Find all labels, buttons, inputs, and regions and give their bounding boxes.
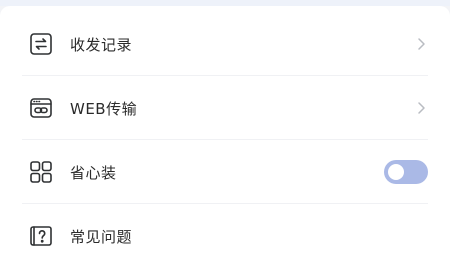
transfer-arrows-icon [28, 31, 54, 57]
menu-item-faq[interactable]: 常见问题 [0, 204, 450, 268]
menu-item-label: 常见问题 [70, 227, 133, 246]
web-transfer-icon [28, 95, 54, 121]
menu-item-label: WEB传输 [70, 99, 138, 118]
help-question-icon [28, 223, 54, 249]
menu-item-web-transfer[interactable]: WEB传输 [0, 76, 450, 140]
settings-page: 收发记录 WEB传输 省心装 常见问题 [0, 0, 450, 272]
menu-item-label: 省心装 [70, 163, 117, 182]
menu-item-label: 收发记录 [70, 35, 133, 54]
toggle-knob [388, 164, 404, 180]
menu-item-easy-install: 省心装 [0, 140, 450, 204]
chevron-right-icon [414, 37, 428, 51]
menu-card: 收发记录 WEB传输 省心装 常见问题 [0, 6, 450, 272]
menu-item-transfer-records[interactable]: 收发记录 [0, 12, 450, 76]
chevron-right-icon [414, 101, 428, 115]
easy-install-toggle[interactable] [384, 160, 428, 184]
grid-apps-icon [28, 159, 54, 185]
